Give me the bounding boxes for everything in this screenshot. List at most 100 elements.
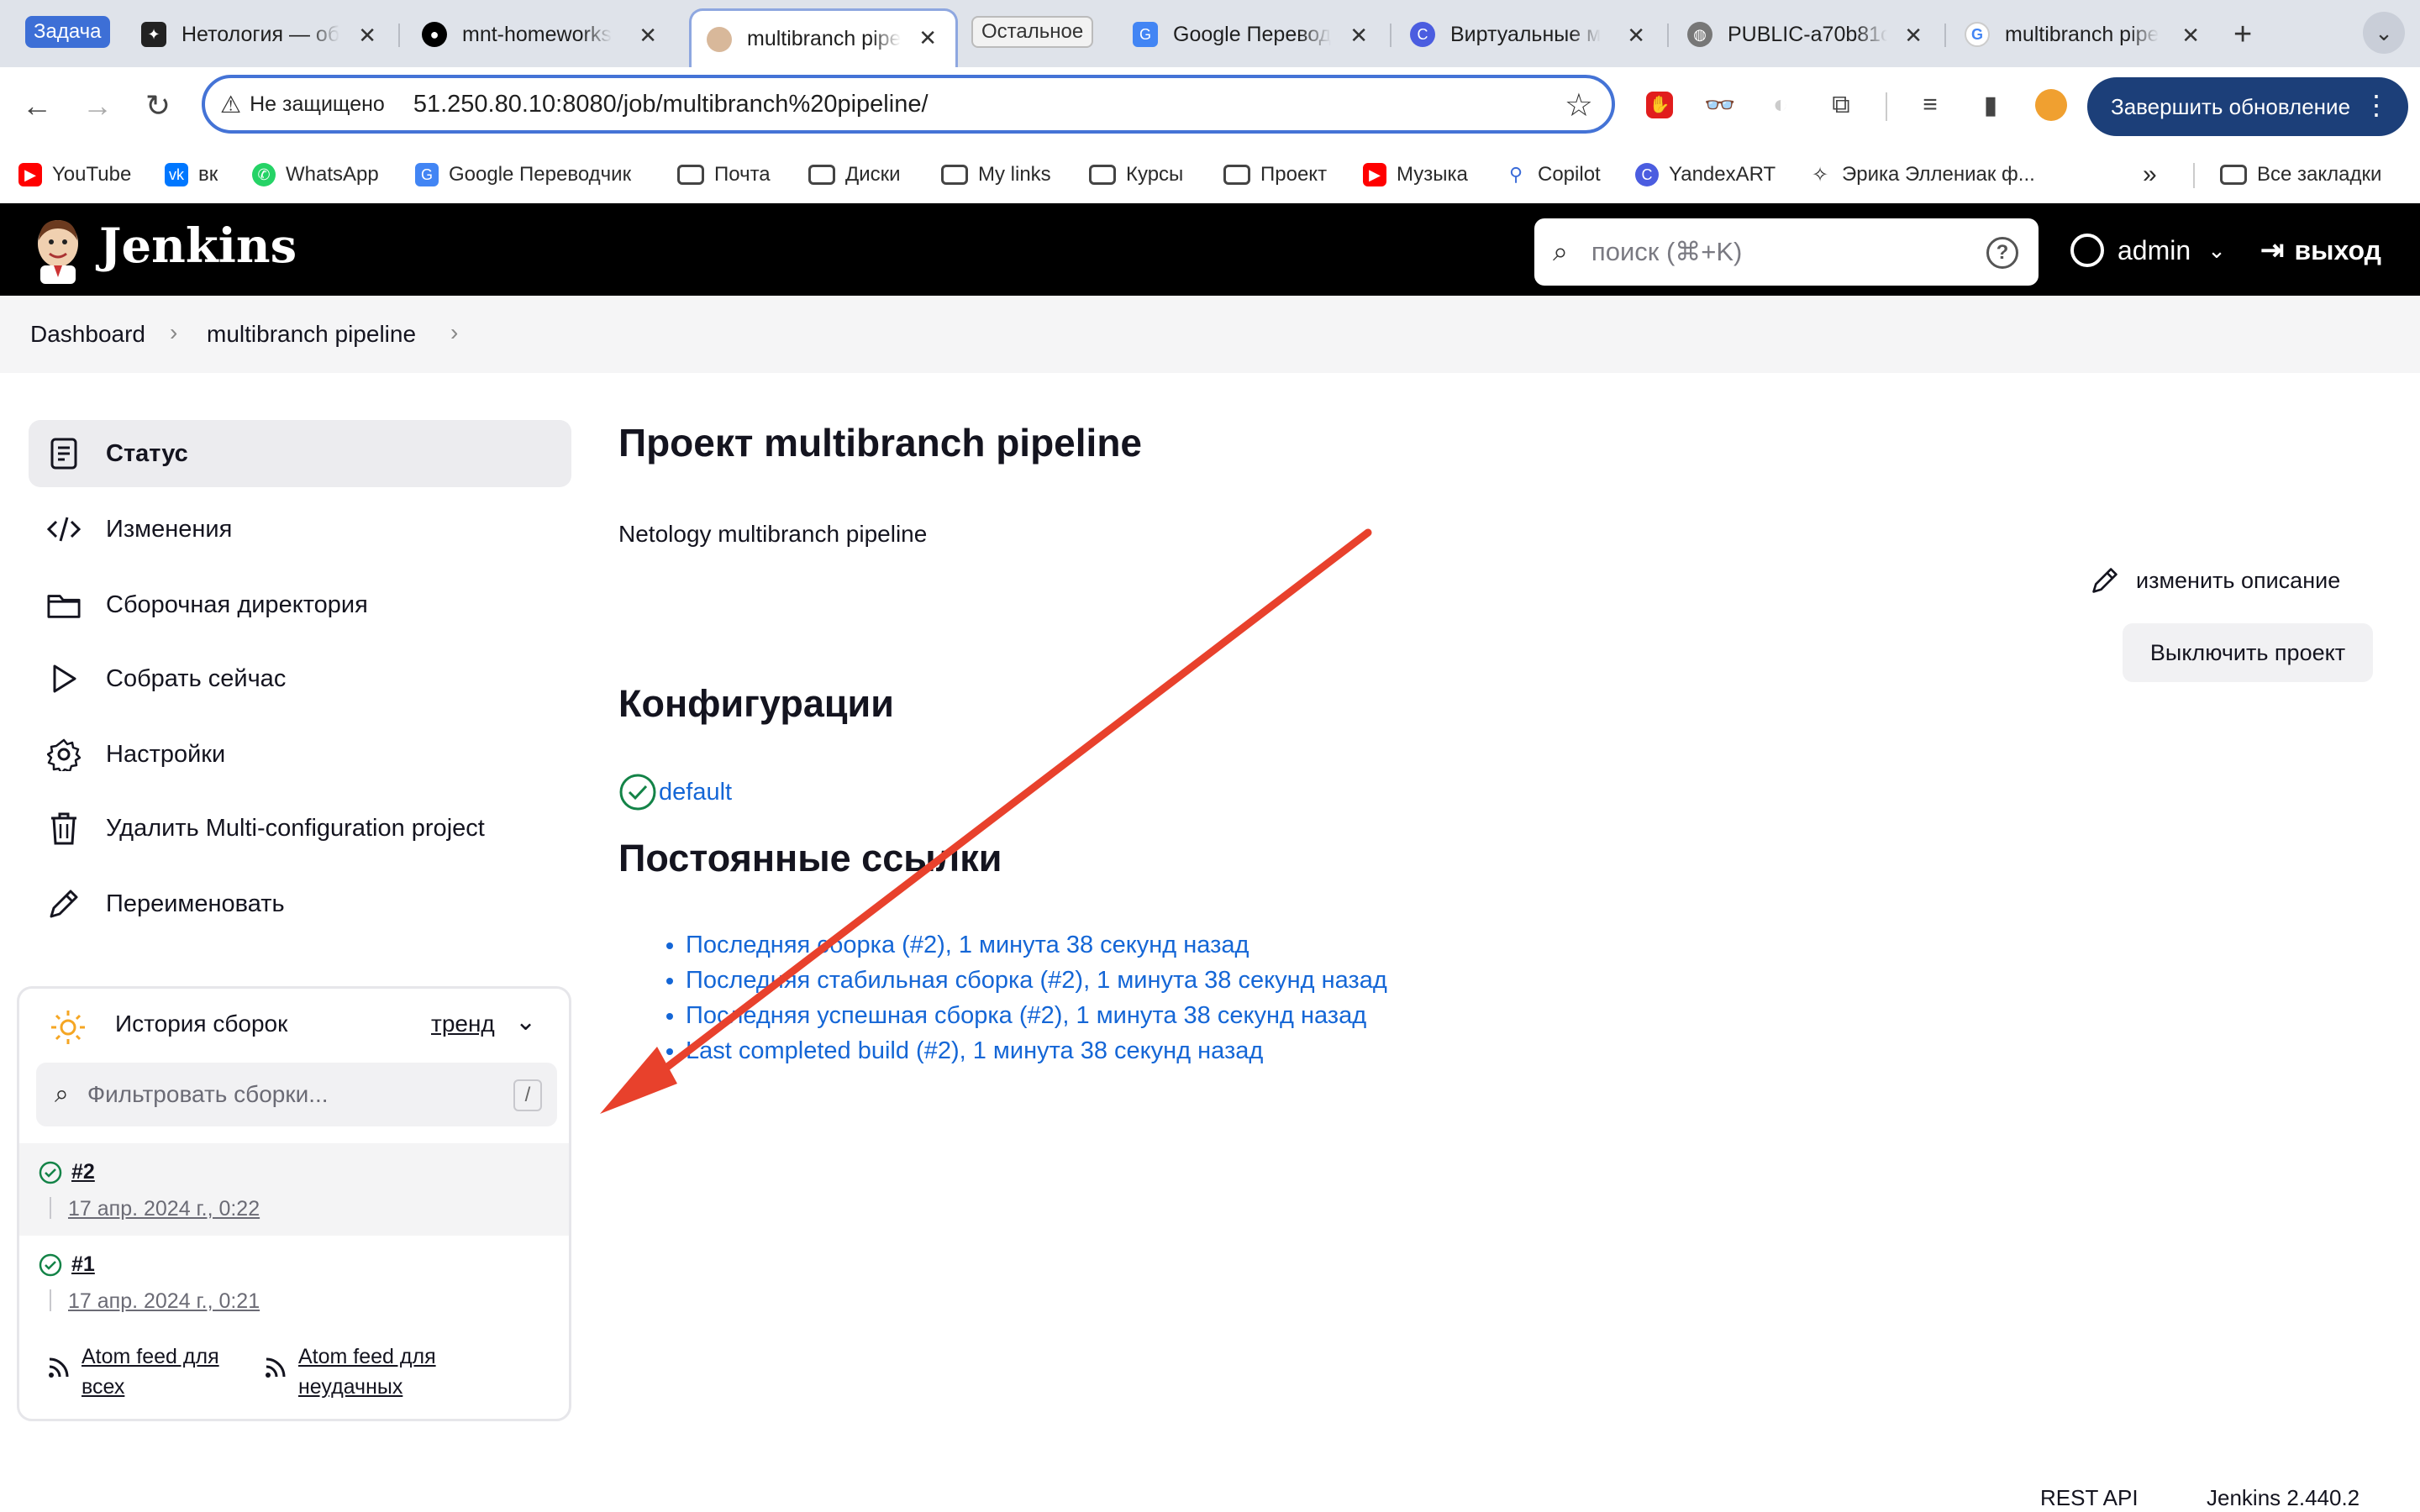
url-text[interactable]: 51.250.80.10:8080/job/multibranch%20pipe…: [413, 91, 929, 118]
trend-link[interactable]: тренд: [431, 1011, 495, 1037]
close-icon[interactable]: ✕: [1349, 23, 1368, 49]
bookmark-music[interactable]: ▶ Музыка: [1363, 158, 1468, 192]
warning-icon[interactable]: ⚠: [220, 91, 241, 118]
help-icon[interactable]: ?: [1986, 237, 2018, 269]
tab-netology[interactable]: ✦ Нетология — об ✕: [126, 8, 395, 60]
filter-shortcut-key: /: [513, 1079, 542, 1111]
sidebar-item-workspace[interactable]: Сборочная директория: [29, 571, 571, 638]
sidebar-item-changes[interactable]: Изменения: [29, 496, 571, 563]
all-bookmarks[interactable]: Все закладки: [2220, 158, 2381, 192]
media-playlist-icon[interactable]: ≡: [1911, 86, 1949, 124]
forward-icon[interactable]: →: [77, 86, 118, 126]
sidebar-item-status[interactable]: Статус: [29, 420, 571, 487]
bookmark-folder-disks[interactable]: Диски: [808, 158, 901, 192]
close-icon[interactable]: ✕: [1904, 23, 1923, 49]
permalink-last-stable-build[interactable]: Последняя стабильная сборка (#2), 1 мину…: [686, 963, 1387, 998]
side-panel-icon[interactable]: ▮: [1971, 86, 2010, 124]
permalink-last-build[interactable]: Последняя сборка (#2), 1 минута 38 секун…: [686, 927, 1387, 963]
build-row[interactable]: #1 17 апр. 2024 г., 0:21: [19, 1236, 569, 1328]
permalink-last-completed-build[interactable]: Last completed build (#2), 1 минута 38 с…: [686, 1033, 1387, 1068]
jenkins-version-link[interactable]: Jenkins 2.440.2: [2207, 1485, 2360, 1511]
build-filter-input[interactable]: ⌕ Фильтровать сборки... /: [36, 1063, 557, 1126]
tab-virtual-machines[interactable]: C Виртуальные м ✕: [1395, 8, 1664, 60]
logout-link[interactable]: ⇥ выход: [2260, 227, 2381, 274]
tab-separator: [1390, 24, 1392, 47]
bookmark-folder-courses[interactable]: Курсы: [1089, 158, 1183, 192]
tab-search-chevron-icon[interactable]: ⌄: [2363, 12, 2405, 54]
build-date-link[interactable]: 17 апр. 2024 г., 0:21: [68, 1289, 260, 1314]
build-row[interactable]: #2 17 апр. 2024 г., 0:22: [19, 1143, 569, 1236]
breadcrumb-dashboard[interactable]: Dashboard: [30, 321, 145, 348]
chevron-right-icon[interactable]: ›: [450, 319, 458, 346]
bookmark-star-icon[interactable]: ☆: [1565, 87, 1593, 124]
chevron-down-icon[interactable]: ⌄: [515, 1007, 536, 1037]
atom-feed-failed-link[interactable]: Atom feed для неудачных: [298, 1341, 436, 1402]
breadcrumb: Dashboard › multibranch pipeline ›: [0, 296, 2420, 373]
build-row-divider: [50, 1289, 51, 1311]
chevron-down-icon[interactable]: ⌄: [2207, 238, 2226, 264]
bookmarks-bar: ▶ YouTube vk вк ✆ WhatsApp G Google Переводч…: [0, 146, 2420, 203]
user-menu[interactable]: admin ⌄: [2070, 227, 2226, 274]
spy-extension-icon[interactable]: 👓: [1701, 86, 1739, 124]
sidebar-item-build-now[interactable]: Собрать сейчас: [29, 645, 571, 712]
build-number-link[interactable]: #1: [71, 1252, 95, 1277]
configuration-link[interactable]: default: [659, 779, 732, 806]
disabled-extension-icon[interactable]: ◐: [1761, 86, 1800, 124]
sidebar-item-delete[interactable]: Удалить Multi-configuration project: [29, 795, 571, 862]
bookmarks-overflow-icon[interactable]: »: [2143, 158, 2157, 192]
browser-toolbar: ← → ↻ ⚠ Не защищено 51.250.80.10:8080/jo…: [0, 67, 2420, 146]
bookmark-youtube[interactable]: ▶ YouTube: [18, 158, 131, 192]
folder-icon: [808, 165, 835, 185]
reload-icon[interactable]: ↻: [138, 86, 178, 126]
configuration-default[interactable]: default: [618, 773, 732, 811]
sidebar-item-rename[interactable]: Переименовать: [29, 870, 571, 937]
tab-group-chip-task[interactable]: Задача: [25, 16, 110, 48]
jenkins-logo-icon[interactable]: [29, 215, 87, 284]
atom-feed-all-link[interactable]: Atom feed для всех: [82, 1341, 219, 1402]
folder-icon: [47, 588, 81, 622]
bookmark-folder-project[interactable]: Проект: [1223, 158, 1327, 192]
close-icon[interactable]: ✕: [1627, 23, 1645, 49]
kebab-menu-icon[interactable]: ⋮: [2363, 89, 2390, 121]
close-icon[interactable]: ✕: [639, 23, 657, 49]
jenkins-logo-text[interactable]: Jenkins: [99, 218, 297, 274]
rest-api-link[interactable]: REST API: [2040, 1485, 2139, 1511]
sidebar-item-configure[interactable]: Настройки: [29, 721, 571, 788]
close-icon[interactable]: ✕: [358, 23, 376, 49]
bookmark-yandexart[interactable]: C YandexART: [1635, 158, 1776, 192]
permalink-last-successful-build[interactable]: Последняя успешная сборка (#2), 1 минута…: [686, 998, 1387, 1033]
youtube-icon: ▶: [18, 163, 42, 186]
bookmark-google-translate[interactable]: G Google Переводчик: [415, 158, 631, 192]
cloud-icon: C: [1410, 22, 1435, 47]
logout-label: выход: [2294, 234, 2381, 265]
tab-google-translate[interactable]: G Google Перевод ✕: [1118, 8, 1386, 60]
bookmark-copilot[interactable]: ⚲ Copilot: [1504, 158, 1601, 192]
back-icon[interactable]: ←: [17, 86, 57, 126]
disable-project-button[interactable]: Выключить проект: [2123, 623, 2373, 682]
bookmark-folder-mail[interactable]: Почта: [677, 158, 771, 192]
tab-multibranch-google[interactable]: G multibranch pipe ✕: [1949, 8, 2218, 60]
google-icon: G: [1965, 22, 1990, 47]
build-number-link[interactable]: #2: [71, 1160, 95, 1184]
build-date-link[interactable]: 17 апр. 2024 г., 0:22: [68, 1197, 260, 1221]
insecure-label[interactable]: Не защищено: [250, 92, 385, 117]
finish-update-button[interactable]: Завершить обновление ⋮: [2087, 77, 2408, 136]
bookmark-vk[interactable]: vk вк: [165, 158, 218, 192]
new-tab-icon[interactable]: +: [2233, 17, 2252, 53]
tab-public[interactable]: ◍ PUBLIC-a70b81c ✕: [1672, 8, 1941, 60]
tab-github[interactable]: ● mnt-homeworks ✕: [407, 8, 676, 60]
extensions-puzzle-icon[interactable]: ⧉: [1822, 86, 1860, 124]
tab-multibranch-pipeline-active[interactable]: multibranch pipe ✕: [689, 8, 958, 67]
tab-group-chip-other[interactable]: Остальное: [971, 16, 1094, 48]
profile-avatar[interactable]: [2032, 86, 2070, 124]
bookmark-whatsapp[interactable]: ✆ WhatsApp: [252, 158, 379, 192]
adblock-extension-icon[interactable]: ✋: [1640, 86, 1679, 124]
address-bar[interactable]: ⚠ Не защищено 51.250.80.10:8080/job/mult…: [202, 75, 1615, 134]
breadcrumb-multibranch-pipeline[interactable]: multibranch pipeline: [207, 321, 416, 348]
bookmark-erika[interactable]: ✧ Эрика Эллениак ф...: [1808, 158, 2035, 192]
edit-description-link[interactable]: изменить описание: [2091, 566, 2340, 595]
jenkins-search-input[interactable]: ⌕ поиск (⌘+K) ?: [1534, 218, 2039, 286]
close-icon[interactable]: ✕: [918, 25, 937, 51]
bookmark-folder-my-links[interactable]: My links: [941, 158, 1051, 192]
close-icon[interactable]: ✕: [2181, 23, 2200, 49]
